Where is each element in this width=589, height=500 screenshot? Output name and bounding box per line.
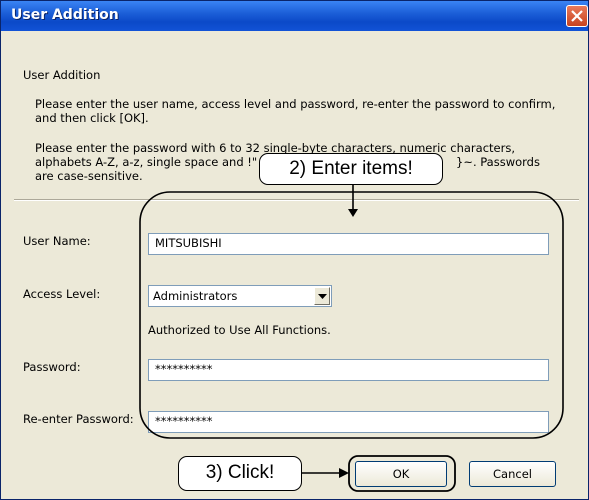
- annotation-arrow-head: [348, 209, 358, 217]
- enter-items-callout: 2) Enter items!: [259, 153, 443, 185]
- user-addition-dialog: User Addition User Addition Please enter…: [0, 0, 589, 500]
- annotation-highlight-frame: [139, 191, 564, 439]
- annotation-ok-highlight: [348, 455, 456, 492]
- annotation-arrow-head: [339, 468, 349, 478]
- click-callout: 3) Click!: [178, 456, 302, 491]
- annotation-layer: [139, 184, 564, 492]
